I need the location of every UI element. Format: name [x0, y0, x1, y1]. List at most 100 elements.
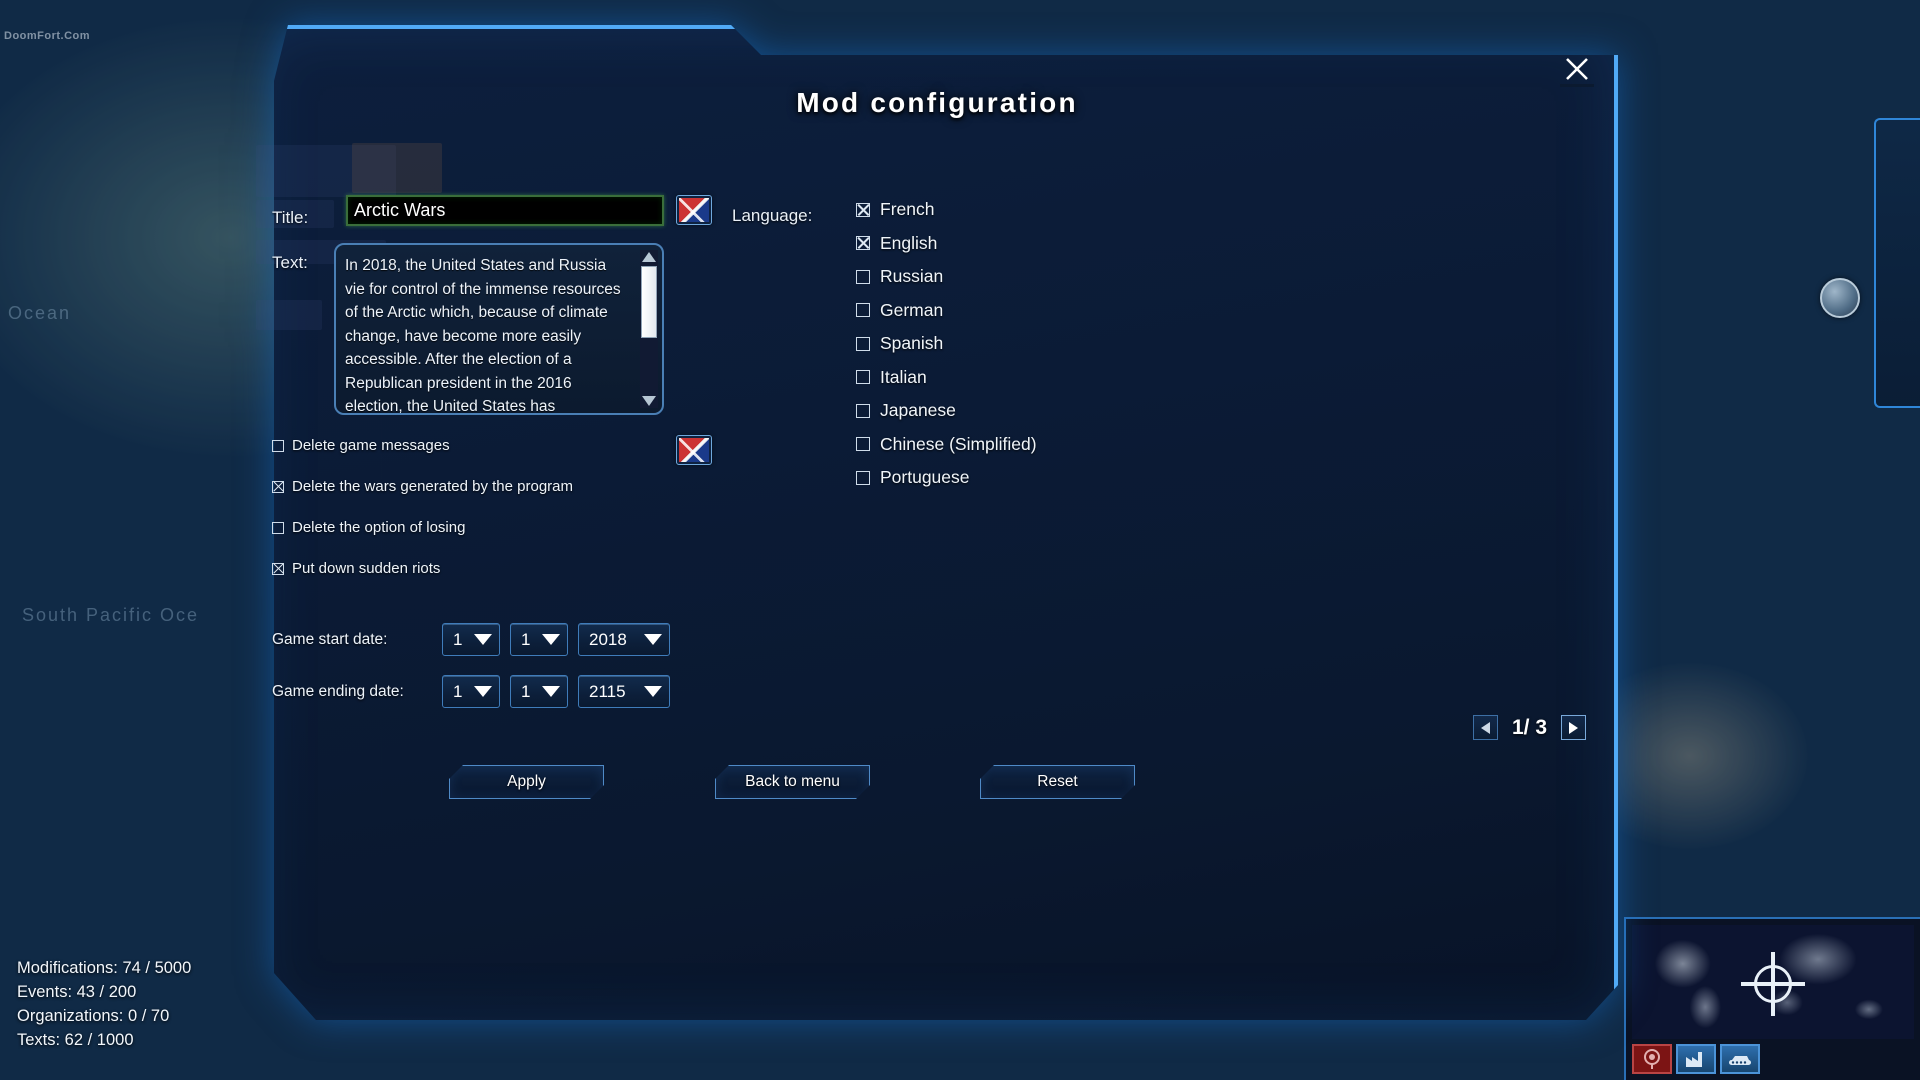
tank-icon[interactable]	[1720, 1044, 1760, 1074]
language-item-italian[interactable]: Italian	[856, 361, 1037, 395]
language-item-french[interactable]: French	[856, 193, 1037, 227]
text-textarea[interactable]: In 2018, the United States and Russia vi…	[334, 243, 664, 415]
stat-modifications: Modifications: 74 / 5000	[17, 959, 192, 977]
reset-button[interactable]: Reset	[980, 765, 1135, 799]
option-label: Put down sudden riots	[292, 560, 441, 577]
flag-icon-title[interactable]	[676, 195, 712, 225]
checkbox-icon[interactable]	[856, 470, 870, 485]
language-label: Language:	[732, 206, 813, 225]
option-delete-option-of-losing[interactable]: Delete the option of losing	[272, 507, 573, 548]
language-item-russian[interactable]: Russian	[856, 260, 1037, 294]
game-start-date-row: Game start date: 1 1 2018	[272, 623, 680, 656]
option-label: Delete game messages	[292, 437, 450, 454]
game-ending-date-label: Game ending date:	[272, 682, 404, 700]
minimap-panel[interactable]	[1624, 917, 1920, 1080]
language-item-english[interactable]: English	[856, 227, 1037, 261]
text-field-label: Text:	[272, 253, 308, 272]
end-month-dropdown[interactable]: 1	[510, 675, 568, 708]
background-watermark: DoomFort.Com	[4, 30, 91, 42]
language-item-label: Spanish	[880, 333, 944, 354]
checkbox-icon[interactable]	[272, 562, 284, 575]
text-textarea-value: In 2018, the United States and Russia vi…	[345, 257, 621, 415]
globe-icon[interactable]	[1820, 278, 1860, 318]
bg-artifact	[256, 300, 322, 330]
mod-stats: Modifications: 74 / 5000 Events: 43 / 20…	[17, 956, 191, 1052]
language-item-label: English	[880, 232, 938, 253]
minimap-button-group	[1632, 1044, 1760, 1074]
ocean-label-1: Ocean	[8, 303, 72, 323]
end-year-dropdown[interactable]: 2115	[578, 675, 670, 708]
language-list: French English Russian German Spanish It…	[856, 193, 1037, 495]
chevron-down-icon	[542, 686, 560, 697]
end-day-value: 1	[453, 681, 463, 701]
end-month-value: 1	[521, 681, 531, 701]
game-ending-date-row: Game ending date: 1 1 2115	[272, 675, 680, 708]
language-item-label: German	[880, 299, 944, 320]
checkbox-icon[interactable]	[272, 480, 284, 493]
option-delete-wars-generated[interactable]: Delete the wars generated by the program	[272, 466, 573, 507]
checkbox-icon[interactable]	[856, 202, 870, 217]
game-start-date-label: Game start date:	[272, 630, 388, 648]
title-input[interactable]: Arctic Wars	[346, 195, 664, 226]
language-item-japanese[interactable]: Japanese	[856, 394, 1037, 428]
start-month-value: 1	[521, 629, 531, 649]
chevron-down-icon	[474, 686, 492, 697]
chevron-down-icon	[644, 634, 662, 645]
factory-icon[interactable]	[1676, 1044, 1716, 1074]
ocean-label-2: South Pacific Oce	[22, 605, 200, 625]
checkbox-icon[interactable]	[272, 439, 284, 452]
apply-button[interactable]: Apply	[449, 765, 604, 799]
language-item-label: Japanese	[880, 400, 956, 421]
language-item-portuguese[interactable]: Portuguese	[856, 461, 1037, 495]
title-field-label: Title:	[272, 208, 309, 227]
option-label: Delete the wars generated by the program	[292, 478, 573, 495]
checkbox-icon[interactable]	[856, 269, 870, 284]
end-year-value: 2115	[589, 681, 626, 701]
option-put-down-sudden-riots[interactable]: Put down sudden riots	[272, 548, 573, 589]
language-item-label: Russian	[880, 266, 944, 287]
language-item-label: Chinese (Simplified)	[880, 433, 1037, 454]
checkbox-icon[interactable]	[856, 303, 870, 318]
language-item-label: Portuguese	[880, 467, 970, 488]
language-item-spanish[interactable]: Spanish	[856, 327, 1037, 361]
language-item-label: Italian	[880, 366, 927, 387]
back-to-menu-button[interactable]: Back to menu	[715, 765, 870, 799]
stat-events: Events: 43 / 200	[17, 983, 137, 1001]
start-year-value: 2018	[589, 629, 627, 649]
scroll-up-arrow-icon[interactable]	[640, 250, 658, 264]
language-item-german[interactable]: German	[856, 294, 1037, 328]
page-title: Mod configuration	[796, 87, 1078, 118]
checkbox-icon[interactable]	[856, 403, 870, 418]
scroll-down-arrow-icon[interactable]	[640, 394, 658, 408]
page-indicator: 1/ 3	[1511, 715, 1547, 739]
checkbox-icon[interactable]	[856, 437, 870, 452]
triangle-left-icon[interactable]	[1472, 715, 1498, 740]
scrollbar-thumb[interactable]	[641, 266, 657, 338]
close-icon[interactable]	[1560, 53, 1594, 87]
checkbox-icon[interactable]	[856, 336, 870, 351]
checkbox-icon[interactable]	[272, 521, 284, 534]
flag-icon-text[interactable]	[676, 435, 712, 465]
language-item-chinese-simplified[interactable]: Chinese (Simplified)	[856, 428, 1037, 462]
stat-texts: Texts: 62 / 1000	[17, 1031, 134, 1049]
triangle-right-icon[interactable]	[1561, 715, 1586, 740]
crosshair-icon	[1741, 952, 1805, 1017]
start-day-dropdown[interactable]: 1	[442, 623, 500, 656]
start-month-dropdown[interactable]: 1	[510, 623, 568, 656]
emblem-icon[interactable]	[1632, 1044, 1672, 1074]
option-delete-game-messages[interactable]: Delete game messages	[272, 425, 573, 466]
text-scrollbar[interactable]	[640, 250, 658, 408]
language-item-label: French	[880, 199, 935, 220]
checkbox-icon[interactable]	[856, 370, 870, 385]
options-list: Delete game messages Delete the wars gen…	[272, 425, 573, 589]
start-year-dropdown[interactable]: 2018	[578, 623, 670, 656]
stat-organizations: Organizations: 0 / 70	[17, 1007, 170, 1025]
option-label: Delete the option of losing	[292, 519, 466, 536]
minimap-world[interactable]	[1632, 925, 1914, 1039]
chevron-down-icon	[644, 686, 662, 697]
pagination: 1/ 3	[1472, 715, 1586, 740]
checkbox-icon[interactable]	[856, 236, 870, 251]
start-day-value: 1	[453, 629, 463, 649]
end-day-dropdown[interactable]: 1	[442, 675, 500, 708]
mod-configuration-dialog: Mod configuration Title: Arctic Wars Tex…	[256, 25, 1618, 1025]
